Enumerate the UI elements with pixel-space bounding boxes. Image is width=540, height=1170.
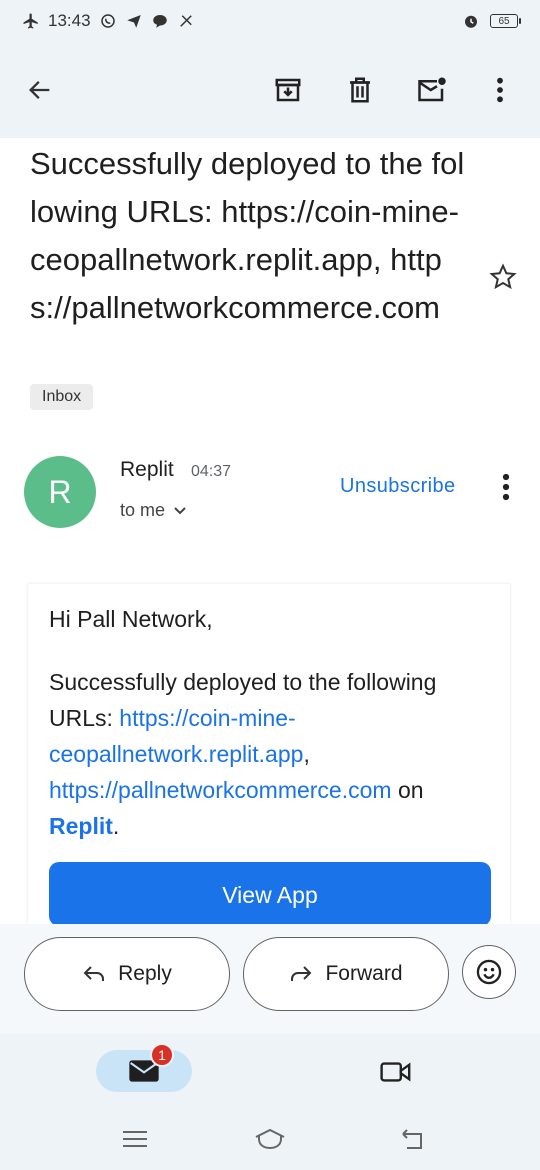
more-vert-icon bbox=[497, 77, 503, 103]
battery-indicator: 65 bbox=[490, 14, 521, 28]
more-vert-icon bbox=[502, 473, 510, 501]
star-icon bbox=[489, 263, 517, 290]
unread-count-badge: 1 bbox=[150, 1043, 174, 1067]
unsubscribe-link[interactable]: Unsubscribe bbox=[340, 475, 456, 498]
email-content: Successfully deployed to the following U… bbox=[0, 138, 540, 924]
reply-icon bbox=[83, 966, 105, 981]
inbox-label[interactable]: Inbox bbox=[30, 384, 94, 410]
star-button[interactable] bbox=[488, 262, 520, 294]
bottom-navigation: 1 bbox=[0, 1034, 540, 1170]
home-button[interactable] bbox=[250, 1124, 290, 1154]
period: . bbox=[112, 813, 120, 839]
sender-avatar[interactable]: R bbox=[24, 456, 96, 528]
more-options-button[interactable] bbox=[482, 72, 518, 108]
message-more-button[interactable] bbox=[494, 472, 518, 502]
email-body-text: Successfully deployed to the following U… bbox=[49, 664, 499, 844]
email-greeting: Hi Pall Network, bbox=[49, 606, 213, 632]
reply-button[interactable]: Reply bbox=[24, 937, 230, 1011]
forward-icon bbox=[291, 966, 312, 981]
body-text-on: on bbox=[391, 777, 424, 803]
chat-bubble-icon bbox=[152, 15, 167, 28]
delete-button[interactable] bbox=[342, 72, 378, 108]
chevron-down-icon bbox=[174, 506, 186, 514]
airplane-mode-icon bbox=[23, 13, 38, 29]
back-system-button[interactable] bbox=[392, 1124, 432, 1154]
emoji-icon bbox=[476, 959, 502, 985]
sent-time: 04:37 bbox=[191, 463, 232, 480]
deploy-url-link-2[interactable]: https://pallnetworkcommerce.com bbox=[49, 777, 392, 803]
forward-label: Forward bbox=[325, 962, 403, 985]
delete-icon bbox=[350, 77, 370, 103]
back-system-icon bbox=[402, 1129, 422, 1149]
reply-actions-bar: Reply Forward bbox=[0, 924, 540, 1034]
status-left: 13:43 bbox=[22, 11, 195, 31]
telegram-icon bbox=[126, 15, 141, 28]
top-toolbar bbox=[0, 42, 540, 138]
video-camera-icon bbox=[380, 1062, 411, 1082]
reply-label: Reply bbox=[118, 962, 172, 985]
archive-button[interactable] bbox=[270, 72, 306, 108]
email-subject: Successfully deployed to the following U… bbox=[30, 146, 465, 325]
recipient-details-toggle[interactable]: to me bbox=[120, 500, 187, 521]
home-icon bbox=[255, 1128, 285, 1150]
sender-name: Replit bbox=[120, 458, 174, 481]
recipient-label: to me bbox=[120, 500, 166, 520]
comma: , bbox=[303, 741, 310, 767]
menu-lines-icon bbox=[123, 1131, 147, 1147]
back-arrow-icon bbox=[29, 81, 50, 99]
mail-tab[interactable] bbox=[96, 1050, 192, 1092]
tools-icon bbox=[179, 15, 192, 27]
back-button[interactable] bbox=[22, 72, 58, 108]
mark-unread-icon bbox=[418, 77, 446, 102]
replit-link[interactable]: Replit bbox=[49, 813, 113, 839]
status-time: 13:43 bbox=[48, 11, 91, 30]
emoji-reaction-button[interactable] bbox=[462, 945, 516, 999]
meet-tab[interactable] bbox=[378, 1054, 414, 1090]
forward-button[interactable]: Forward bbox=[243, 937, 449, 1011]
alarm-icon bbox=[465, 15, 477, 28]
view-app-button[interactable]: View App bbox=[49, 862, 491, 924]
status-bar: 13:43 65 bbox=[0, 0, 540, 42]
recent-apps-button[interactable] bbox=[115, 1124, 155, 1154]
mark-unread-button[interactable] bbox=[414, 72, 450, 108]
status-right: 65 bbox=[462, 12, 521, 30]
email-body-card: Hi Pall Network, Successfully deployed t… bbox=[28, 584, 510, 924]
archive-icon bbox=[275, 78, 301, 102]
whatsapp-icon bbox=[100, 14, 115, 28]
